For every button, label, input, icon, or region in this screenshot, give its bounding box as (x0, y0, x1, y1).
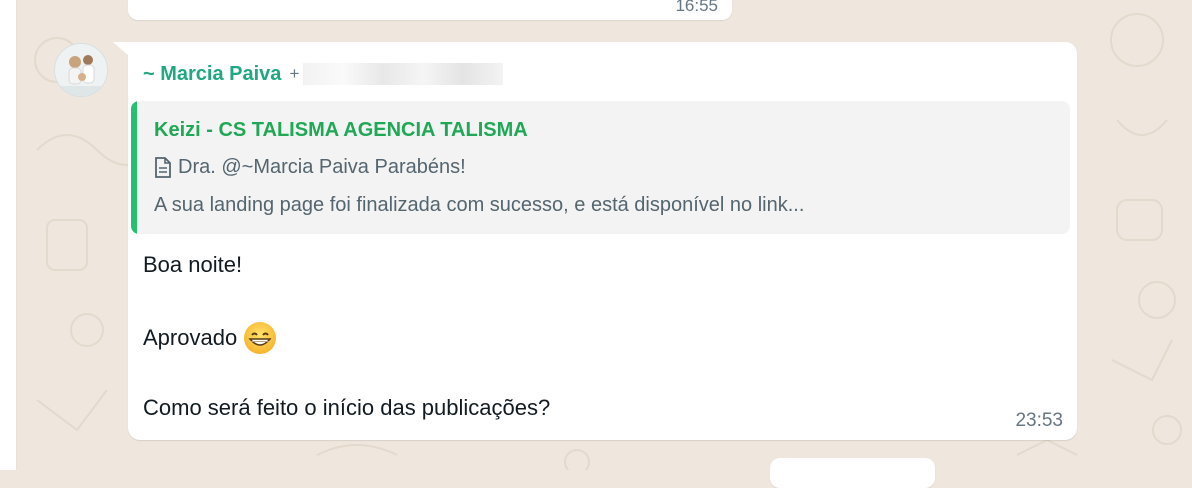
message-approved-line: Aprovado (143, 321, 277, 355)
next-item-bubble[interactable] (770, 458, 935, 488)
message-approved: Aprovado (143, 325, 238, 350)
quote-accent-bar (131, 101, 137, 234)
bubble-tail (113, 42, 129, 56)
quote-first-line: Dra. @~Marcia Paiva Parabéns! (154, 156, 466, 179)
quote-author: Keizi - CS TALISMA AGENCIA TALISMA (154, 119, 528, 141)
message-bubble[interactable]: ~ Marcia Paiva + Keizi - CS TALISMA AGEN… (128, 42, 1077, 440)
document-icon (155, 156, 171, 178)
quote-line1-text: Dra. @~Marcia Paiva Parabéns! (178, 156, 466, 178)
previous-message-bubble[interactable]: 16:55 (128, 0, 732, 20)
grinning-face-emoji-icon (244, 322, 277, 354)
sender-plus: + (289, 64, 300, 83)
message-question: Como será feito o início das publicações… (143, 395, 551, 420)
previous-message-time: 16:55 (675, 0, 718, 15)
sender-name[interactable]: ~ Marcia Paiva (143, 63, 281, 86)
sender-avatar[interactable] (54, 43, 108, 97)
message-time: 23:53 (1015, 410, 1063, 431)
chat-list-edge (0, 0, 17, 470)
quoted-message[interactable]: Keizi - CS TALISMA AGENCIA TALISMA Dra. … (131, 101, 1070, 234)
message-greeting: Boa noite! (143, 252, 243, 277)
quote-second-line: A sua landing page foi finalizada com su… (154, 194, 805, 216)
sender-row: ~ Marcia Paiva + (143, 62, 504, 86)
sender-phone-blurred (303, 63, 504, 85)
avatar-photo (55, 44, 107, 96)
